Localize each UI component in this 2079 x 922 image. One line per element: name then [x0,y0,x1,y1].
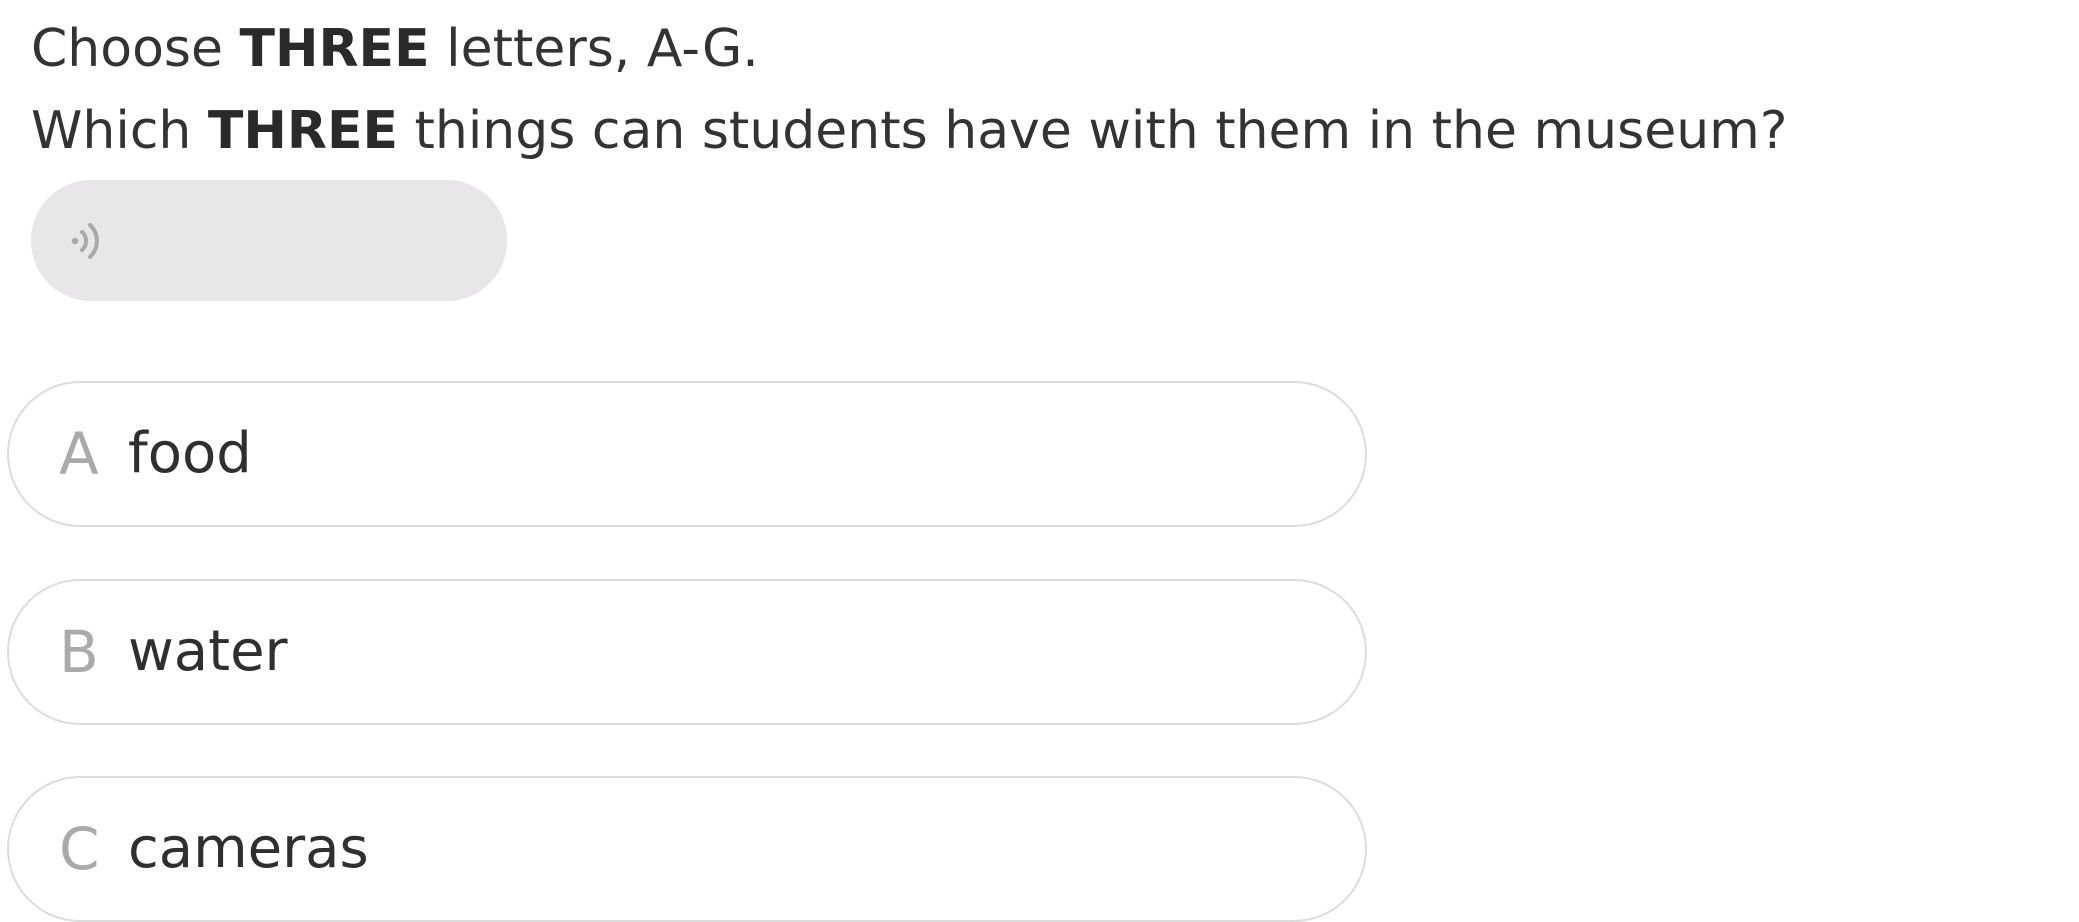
option-a[interactable]: A food [7,381,1367,527]
option-text: food [128,421,252,486]
option-b[interactable]: B water [7,579,1367,725]
option-text: water [128,619,288,684]
speaker-icon [71,223,99,259]
instruction-emphasis: THREE [239,19,430,79]
question-emphasis: THREE [207,101,398,161]
option-letter: B [59,618,99,686]
option-letter: A [59,420,99,488]
audio-play-button[interactable] [31,180,507,301]
option-c[interactable]: C cameras [7,776,1367,922]
option-text: cameras [128,816,369,881]
instruction-line: Choose THREE letters, A-G. [31,8,1787,90]
question-instructions: Choose THREE letters, A-G. Which THREE t… [31,8,1787,172]
question-text: things can students have with them in th… [397,101,1788,161]
instruction-text: Choose [31,19,240,79]
option-letter: C [59,815,100,883]
instruction-text: letters, A-G. [429,19,759,79]
question-line: Which THREE things can students have wit… [31,90,1787,172]
question-text: Which [31,101,208,161]
